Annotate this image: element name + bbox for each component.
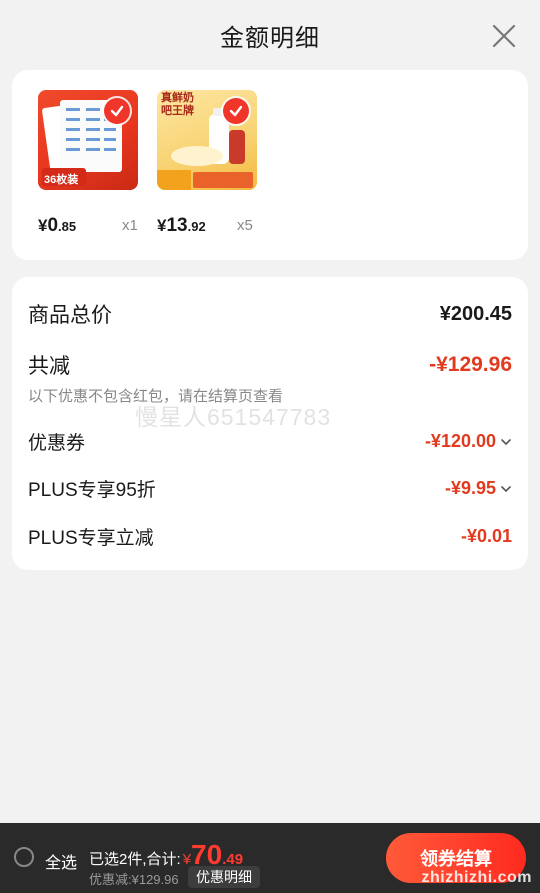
coupon-amount: -¥120.00	[424, 431, 496, 451]
plus-reduce-value: -¥0.01	[460, 526, 512, 546]
plus-discount-amount: -¥9.95	[444, 478, 496, 498]
plus-reduce-label: PLUS专享立减	[28, 528, 154, 549]
checkout-button-label: 领券结算	[420, 849, 492, 869]
coupon-label: 优惠券	[28, 433, 86, 454]
coupon-row[interactable]: 优惠券 -¥120.00	[28, 428, 512, 455]
chevron-down-icon	[501, 438, 511, 445]
discount-detail-button[interactable]: 优惠明细	[188, 866, 260, 888]
product-item[interactable]: 真鲜奶吧王牌	[157, 90, 267, 190]
price-integer: 13	[166, 215, 188, 236]
product-thumbnail[interactable]: 36枚装	[38, 90, 138, 190]
currency-symbol: ¥	[38, 216, 48, 235]
products-card: 36枚装 ¥ 0 .85 x1 真鲜奶吧王牌 ¥ 13 .92 x5	[12, 70, 528, 260]
total-price-label: 商品总价	[28, 304, 112, 327]
currency-symbol: ¥	[157, 216, 167, 235]
coupon-value[interactable]: -¥120.00	[425, 431, 512, 452]
product-quantity: x1	[122, 217, 138, 234]
total-price-row: 商品总价 ¥200.45	[28, 299, 512, 329]
product-thumbnail[interactable]: 真鲜奶吧王牌	[157, 90, 257, 190]
site-watermark: zhizhizhi.com	[421, 869, 532, 886]
total-integer: 70	[191, 839, 223, 870]
page-title: 金额明细	[220, 24, 320, 52]
plus-reduce-row: PLUS专享立减 -¥0.01	[28, 523, 512, 550]
total-reduce-row: 共减 -¥129.96	[28, 350, 512, 380]
plus-discount-label: PLUS专享95折	[28, 480, 156, 501]
chevron-down-icon	[501, 485, 511, 492]
selected-check-icon[interactable]	[223, 98, 249, 124]
price-integer: 0	[47, 215, 59, 236]
plus-discount-row[interactable]: PLUS专享95折 -¥9.95	[28, 475, 512, 502]
total-price-value: ¥200.45	[439, 302, 512, 325]
product-thumb-label: 36枚装	[44, 174, 79, 186]
product-price: ¥ 0 .85	[38, 215, 76, 237]
price-decimal: .85	[58, 219, 77, 234]
discount-summary: 优惠减:¥129.96	[89, 872, 179, 887]
select-all-label[interactable]: 全选	[45, 849, 77, 873]
total-reduce-label: 共减	[28, 355, 70, 378]
total-reduce-value: -¥129.96	[429, 353, 512, 376]
product-price: ¥ 13 .92	[157, 215, 206, 237]
select-all-radio[interactable]	[14, 847, 34, 867]
product-item[interactable]: 36枚装	[38, 90, 148, 190]
price-decimal: .92	[187, 219, 206, 234]
close-icon	[492, 24, 516, 48]
product-quantity: x5	[237, 217, 253, 234]
user-watermark: 慢星人651547783	[135, 404, 332, 430]
close-button[interactable]	[488, 20, 520, 52]
checkout-bar: 全选 已选2件,合计: ¥ 70 .49 优惠减:¥129.96 优惠明细 领券…	[0, 823, 540, 893]
header: 金额明细	[0, 0, 540, 70]
selected-count-text: 已选2件,合计:	[89, 851, 181, 868]
product-thumb-label: 真鲜奶吧王牌	[161, 92, 194, 117]
selected-check-icon[interactable]	[104, 98, 130, 124]
plus-discount-value[interactable]: -¥9.95	[445, 478, 512, 499]
